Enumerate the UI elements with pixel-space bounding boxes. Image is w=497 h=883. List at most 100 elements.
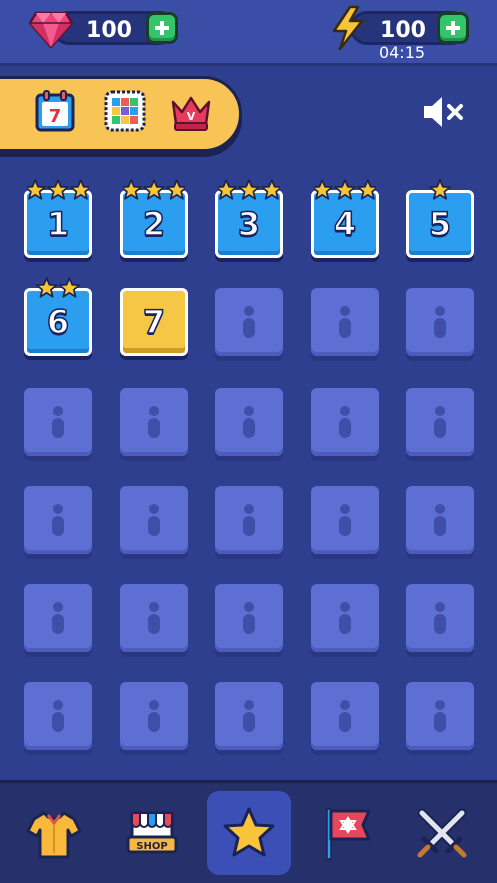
mute-icon[interactable] <box>420 92 470 132</box>
level-tile-4[interactable]: 4 <box>311 179 379 258</box>
level-tile-1[interactable]: 1 <box>24 179 92 258</box>
lightning-bolt-icon <box>332 5 364 51</box>
level-stars <box>429 179 451 200</box>
level-tile-7[interactable]: 7 <box>120 288 188 356</box>
star-icon <box>218 179 237 200</box>
keyhole-icon <box>148 406 160 438</box>
top-bar: 100 100 04:15 <box>0 0 497 66</box>
keyhole-icon <box>434 602 446 634</box>
keyhole-icon <box>434 406 446 438</box>
level-number: 7 <box>142 302 166 342</box>
keyhole-icon <box>148 602 160 634</box>
keyhole-icon <box>339 406 351 438</box>
crown-letter: V <box>187 110 196 123</box>
level-tile-locked <box>311 288 379 356</box>
shop-icon: SHOP <box>126 811 178 854</box>
level-stars <box>123 179 185 200</box>
keyhole-icon <box>339 306 351 338</box>
add-energy-button[interactable] <box>437 12 469 44</box>
level-select-screen: 100 100 04:15 7 V 1 2 3 4 5 6 7 SHOP <box>0 0 497 883</box>
star-icon <box>314 179 333 200</box>
star-icon <box>70 179 89 200</box>
keyhole-icon <box>148 504 160 536</box>
energy-value: 100 <box>380 18 426 43</box>
crown-icon[interactable]: V <box>168 90 214 136</box>
level-tile-locked <box>215 388 283 456</box>
nav-item-events[interactable] <box>305 791 389 875</box>
star-icon <box>58 277 81 298</box>
star-icon <box>238 179 260 200</box>
add-gems-button[interactable] <box>146 12 178 44</box>
star-icon <box>223 807 275 857</box>
star-icon <box>166 179 185 200</box>
keyhole-icon <box>434 504 446 536</box>
level-stars <box>35 277 81 298</box>
flag-icon <box>326 808 371 860</box>
grid-board-icon[interactable] <box>102 88 148 134</box>
level-tile-locked <box>406 486 474 554</box>
plus-icon <box>155 21 169 35</box>
star-icon <box>27 179 46 200</box>
star-icon <box>123 179 142 200</box>
nav-item-shop[interactable]: SHOP <box>110 791 194 875</box>
keyhole-icon <box>339 504 351 536</box>
star-icon <box>261 179 280 200</box>
level-tile-locked <box>406 388 474 456</box>
shirt-icon <box>26 811 82 859</box>
plus-icon <box>446 21 460 35</box>
star-icon <box>334 179 356 200</box>
star-icon <box>47 179 69 200</box>
level-stars <box>27 179 89 200</box>
keyhole-icon <box>339 700 351 732</box>
gem-icon <box>28 11 74 49</box>
calendar-icon[interactable]: 7 <box>32 88 78 134</box>
level-tile-3[interactable]: 3 <box>215 179 283 258</box>
level-tile-locked <box>120 584 188 652</box>
level-tile-locked <box>215 682 283 750</box>
keyhole-icon <box>434 306 446 338</box>
keyhole-icon <box>52 602 64 634</box>
keyhole-icon <box>243 700 255 732</box>
level-tile-locked <box>120 682 188 750</box>
star-icon <box>35 277 58 298</box>
level-tile-locked <box>311 584 379 652</box>
keyhole-icon <box>52 406 64 438</box>
energy-timer: 04:15 <box>378 43 426 62</box>
keyhole-icon <box>339 602 351 634</box>
star-icon <box>143 179 165 200</box>
keyhole-icon <box>243 406 255 438</box>
level-tile-locked <box>215 584 283 652</box>
keyhole-icon <box>243 602 255 634</box>
level-tile-locked <box>215 486 283 554</box>
shop-label: SHOP <box>136 841 167 852</box>
level-tile-locked <box>120 486 188 554</box>
keyhole-icon <box>52 700 64 732</box>
level-tile-locked <box>24 486 92 554</box>
level-tile-locked <box>311 682 379 750</box>
level-tile-locked <box>24 682 92 750</box>
level-tile-locked <box>406 584 474 652</box>
bottom-nav: SHOP <box>0 780 497 883</box>
level-tile-locked <box>215 288 283 356</box>
calendar-day: 7 <box>49 106 62 127</box>
star-icon <box>429 179 451 200</box>
level-tile-locked <box>311 486 379 554</box>
level-tile-5[interactable]: 5 <box>406 179 474 258</box>
nav-item-battle[interactable] <box>400 791 484 875</box>
nav-item-levels[interactable] <box>207 791 291 875</box>
crossed-swords-icon <box>417 808 467 858</box>
level-stars <box>218 179 280 200</box>
level-tile-2[interactable]: 2 <box>120 179 188 258</box>
keyhole-icon <box>148 700 160 732</box>
level-stars <box>314 179 376 200</box>
keyhole-icon <box>243 504 255 536</box>
level-tile-6[interactable]: 6 <box>24 277 92 356</box>
keyhole-icon <box>434 700 446 732</box>
level-tile-locked <box>120 388 188 456</box>
star-icon <box>357 179 376 200</box>
level-tile-locked <box>24 388 92 456</box>
nav-item-outfits[interactable] <box>12 791 96 875</box>
keyhole-icon <box>243 306 255 338</box>
level-tile-locked <box>24 584 92 652</box>
gems-value: 100 <box>86 18 132 43</box>
